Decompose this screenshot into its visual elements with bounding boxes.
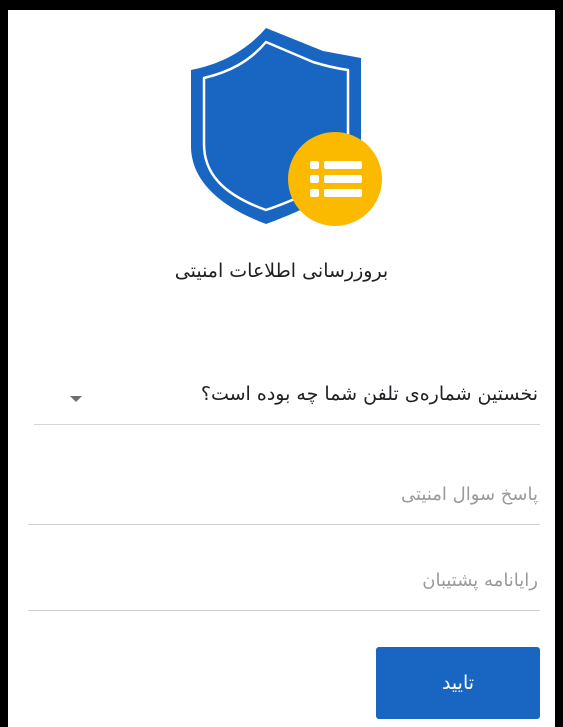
security-question-select[interactable]: نخستین شماره‌ی تلفن شما چه بوده است؟ — [34, 372, 540, 425]
security-answer-field-container — [28, 472, 540, 525]
security-answer-input[interactable] — [28, 472, 540, 522]
page-title: بروزرسانی اطلاعات امنیتی — [174, 260, 389, 282]
shield-list-icon — [191, 26, 391, 226]
backup-email-field-container — [28, 558, 540, 611]
backup-email-input[interactable] — [28, 558, 540, 608]
dropdown-caret-icon[interactable] — [70, 396, 82, 402]
security-question-value: نخستین شماره‌ی تلفن شما چه بوده است؟ — [200, 383, 538, 405]
update-security-panel: بروزرسانی اطلاعات امنیتی نخستین شماره‌ی … — [8, 10, 555, 727]
submit-button[interactable]: تایید — [376, 647, 540, 719]
